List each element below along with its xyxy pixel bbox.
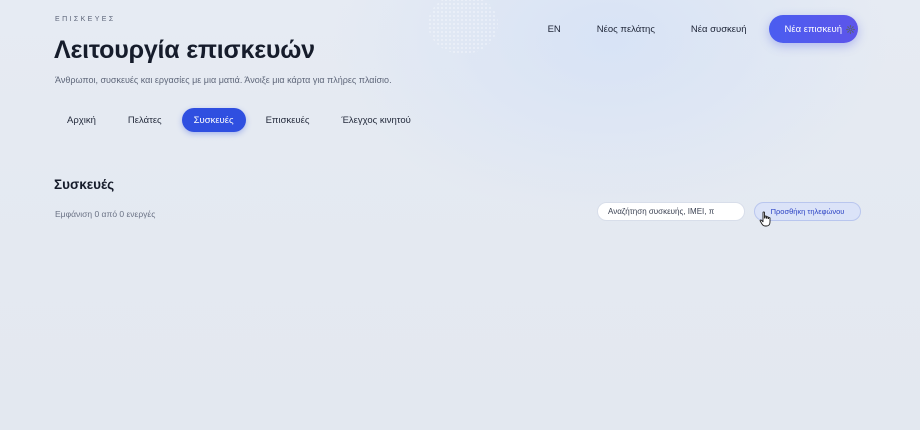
decorative-dots — [428, 0, 498, 54]
tab-home[interactable]: Αρχική — [55, 108, 108, 132]
top-actions: EN Νέος πελάτης Νέα συσκευή Νέα επισκευή — [534, 15, 858, 43]
tab-repairs[interactable]: Επισκευές — [254, 108, 322, 132]
brand-label: ΕΠΙΣΚΕΥΕΣ — [55, 16, 116, 23]
add-phone-button[interactable]: Προσθήκη τηλεφώνου — [754, 202, 861, 221]
gear-icon[interactable] — [845, 24, 855, 34]
page-subtitle: Άνθρωποι, συσκευές και εργασίες με μια μ… — [55, 75, 392, 85]
devices-section-title: Συσκευές — [54, 177, 115, 192]
new-device-button[interactable]: Νέα συσκευή — [677, 15, 761, 43]
tab-phone-check[interactable]: Έλεγχος κινητού — [329, 108, 422, 132]
language-button[interactable]: EN — [534, 15, 575, 43]
tab-customers[interactable]: Πελάτες — [116, 108, 174, 132]
page-title: Λειτουργία επισκευών — [54, 36, 315, 64]
device-search-input[interactable] — [597, 202, 745, 221]
tab-devices[interactable]: Συσκευές — [181, 108, 246, 132]
main-tabs: Αρχική Πελάτες Συσκευές Επισκευές Έλεγχο… — [55, 108, 423, 132]
gear-icon-svg — [845, 24, 855, 34]
new-customer-button[interactable]: Νέος πελάτης — [583, 15, 669, 43]
devices-count-text: Εμφάνιση 0 από 0 ενεργές — [55, 209, 156, 219]
